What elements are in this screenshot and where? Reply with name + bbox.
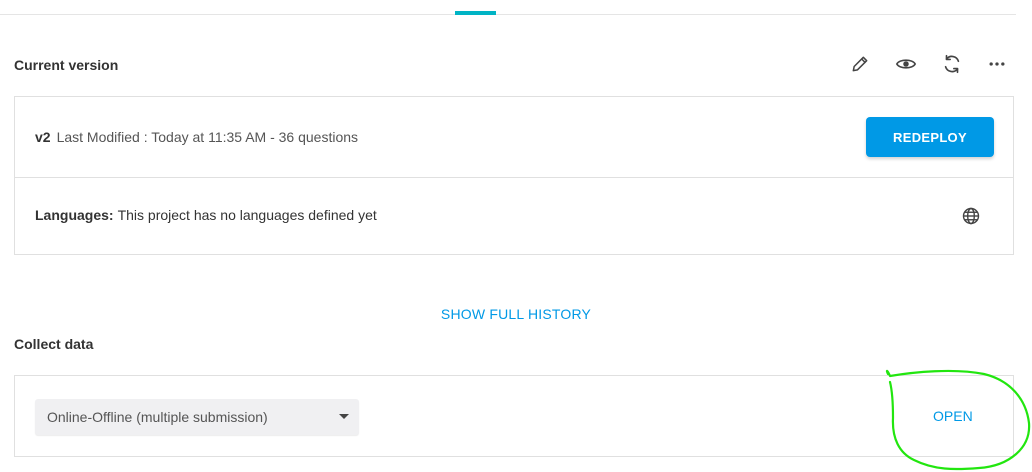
version-label: v2 (35, 129, 51, 145)
languages-info: Languages: This project has no languages … (35, 207, 377, 223)
pencil-icon (852, 56, 868, 72)
globe-icon (962, 207, 980, 225)
more-options-button[interactable] (985, 52, 1009, 76)
tab-bar-divider (0, 14, 1016, 15)
project-summary-page: Current version v2 Last Modified: Today… (0, 0, 1032, 472)
languages-label: Languages: (35, 207, 114, 223)
active-tab-indicator (455, 11, 496, 15)
collection-method-select[interactable]: Online-Offline (multiple submission) (35, 399, 359, 435)
current-version-card: v2 Last Modified : Today at 11:35 AM - 36… (14, 96, 1014, 255)
manage-languages-button[interactable] (961, 206, 981, 226)
show-full-history-link[interactable]: SHOW FULL HISTORY (0, 306, 1032, 322)
version-row: v2 Last Modified : Today at 11:35 AM - 36… (15, 97, 1013, 178)
refresh-button[interactable] (940, 52, 964, 76)
collect-data-title: Collect data (14, 336, 94, 352)
redeploy-button[interactable]: REDEPLOY (866, 117, 994, 157)
open-link[interactable]: OPEN (933, 408, 973, 424)
more-icon (989, 62, 1005, 66)
refresh-icon (944, 54, 960, 74)
collection-method-value: Online-Offline (multiple submission) (47, 409, 268, 425)
preview-button[interactable] (894, 52, 918, 76)
languages-value: This project has no languages defined ye… (117, 207, 377, 223)
edit-button[interactable] (848, 52, 872, 76)
last-modified-text: Last Modified : Today at 11:35 AM - 36 q… (56, 129, 359, 145)
current-version-title: Current version (14, 57, 119, 73)
version-info: v2 Last Modified : Today at 11:35 AM - 36… (35, 129, 358, 145)
collect-data-card: Online-Offline (multiple submission) OPE… (14, 375, 1014, 457)
caret-down-icon (339, 414, 349, 419)
languages-row: Languages: This project has no languages … (15, 178, 1013, 255)
eye-icon (895, 59, 917, 69)
